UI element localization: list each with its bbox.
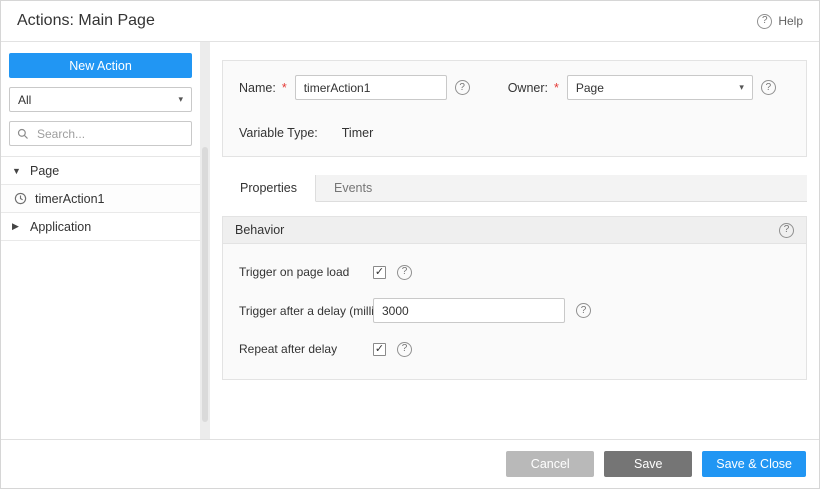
trigger-delay-label: Trigger after a delay (millisec…: [239, 303, 373, 318]
save-close-button[interactable]: Save & Close: [702, 451, 806, 477]
name-required-asterisk: *: [281, 80, 287, 95]
caret-down-icon: ▾: [739, 82, 744, 92]
sidebar-scrollbar: [200, 42, 210, 439]
name-owner-row: Name: * ? Owner: * Page ▾ ?: [239, 75, 790, 100]
owner-select[interactable]: Page ▾: [566, 75, 753, 100]
name-help-icon[interactable]: ?: [454, 80, 470, 95]
name-input[interactable]: [294, 75, 447, 100]
tab-events[interactable]: Events: [316, 175, 390, 201]
trigger-delay-row: Trigger after a delay (millisec… ?: [223, 298, 806, 323]
search-box[interactable]: [9, 121, 192, 146]
properties-tab-content: Behavior ? Trigger on page load ✓ ? Trig…: [222, 202, 807, 439]
behavior-help-icon[interactable]: ?: [779, 222, 794, 238]
owner-required-asterisk: *: [554, 80, 559, 95]
header: Actions: Main Page ? Help: [1, 1, 819, 42]
actions-tree: ▼ Page timerAction1 ▶ Application: [1, 156, 200, 241]
footer-bar: Cancel Save Save & Close: [1, 439, 819, 488]
help-label: Help: [778, 14, 803, 28]
help-icon: ?: [757, 13, 773, 29]
trigger-on-load-label: Trigger on page load: [239, 265, 350, 279]
tree-item-application[interactable]: ▶ Application: [1, 213, 200, 241]
search-icon: [17, 128, 29, 140]
cancel-button[interactable]: Cancel: [506, 451, 595, 477]
sidebar-controls: New Action All ▾: [1, 42, 200, 156]
trigger-on-load-help-icon[interactable]: ?: [397, 264, 412, 280]
trigger-on-load-row: Trigger on page load ✓ ?: [223, 260, 806, 284]
repeat-after-delay-control: ✓ ?: [373, 341, 412, 357]
search-input[interactable]: [35, 125, 184, 142]
tree-item-application-label: Application: [30, 219, 92, 234]
tree-item-page[interactable]: ▼ Page: [1, 157, 200, 185]
trigger-on-load-checkbox[interactable]: ✓: [373, 265, 386, 279]
new-action-button[interactable]: New Action: [9, 53, 192, 78]
repeat-after-delay-row: Repeat after delay ✓ ?: [223, 337, 806, 361]
trigger-delay-input[interactable]: [373, 298, 565, 323]
clock-icon: [14, 192, 27, 205]
save-button[interactable]: Save: [604, 451, 693, 477]
chevron-collapsed-icon: ▶: [12, 221, 19, 231]
body: New Action All ▾ ▼ Page: [1, 42, 819, 439]
trigger-on-load-control: ✓ ?: [373, 264, 412, 280]
variable-type-row: Variable Type: Timer: [239, 126, 790, 140]
tree-item-timeraction1-label: timerAction1: [35, 191, 105, 206]
repeat-after-delay-help-icon[interactable]: ?: [397, 341, 412, 357]
action-form-panel: Name: * ? Owner: * Page ▾ ? Variable Typ…: [222, 60, 807, 157]
tree-item-page-label: Page: [30, 163, 60, 178]
behavior-section-title: Behavior: [235, 223, 285, 237]
variable-type-label: Variable Type:: [239, 126, 318, 140]
filter-select-value: All: [18, 92, 32, 107]
trigger-delay-control: ?: [373, 298, 591, 323]
scrollbar-thumb[interactable]: [202, 147, 208, 422]
help-button[interactable]: ? Help: [757, 13, 803, 29]
name-label: Name:: [239, 80, 276, 95]
behavior-section-header: Behavior ?: [223, 217, 806, 244]
owner-select-value: Page: [575, 80, 604, 95]
filter-select[interactable]: All ▾: [9, 87, 192, 112]
owner-label: Owner:: [507, 80, 548, 95]
chevron-expanded-icon: ▼: [12, 165, 21, 176]
owner-help-icon[interactable]: ?: [760, 80, 776, 95]
behavior-section: Behavior ? Trigger on page load ✓ ? Trig…: [222, 216, 807, 380]
page-title: Actions: Main Page: [17, 12, 155, 29]
variable-type-value: Timer: [341, 126, 374, 140]
main-panel: Name: * ? Owner: * Page ▾ ? Variable Typ…: [210, 42, 819, 439]
repeat-after-delay-label: Repeat after delay: [239, 342, 338, 356]
repeat-after-delay-checkbox[interactable]: ✓: [373, 342, 386, 356]
sidebar: New Action All ▾ ▼ Page: [1, 42, 200, 439]
tab-strip: Properties Events: [222, 175, 807, 202]
tab-properties[interactable]: Properties: [222, 175, 316, 202]
actions-dialog: Actions: Main Page ? Help New Action All…: [0, 0, 820, 489]
trigger-delay-help-icon[interactable]: ?: [576, 303, 591, 318]
behavior-section-body: Trigger on page load ✓ ? Trigger after a…: [223, 244, 806, 379]
tree-item-timeraction1[interactable]: timerAction1: [1, 185, 200, 213]
caret-down-icon: ▾: [178, 94, 183, 104]
